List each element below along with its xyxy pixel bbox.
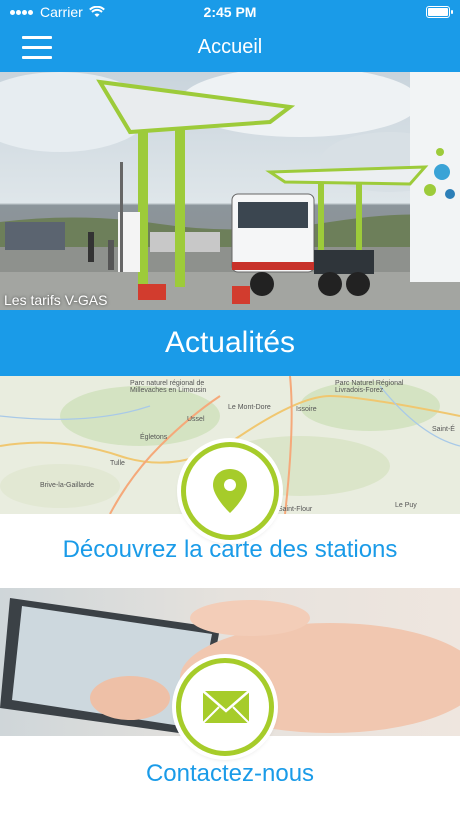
map-place-label: Brive-la-Gaillarde — [40, 482, 95, 489]
location-badge — [181, 442, 279, 540]
news-section-header[interactable]: Actualités — [0, 310, 460, 376]
map-place-label: Tulle — [110, 460, 125, 467]
contact-badge — [176, 658, 274, 756]
map-pin-icon — [213, 469, 247, 513]
envelope-icon — [202, 690, 250, 724]
hero-caption: Les tarifs V-GAS — [4, 292, 108, 308]
map-place-label: Parc Naturel Régional Livradois-Forez — [335, 380, 404, 394]
map-place-label: Le Mont-Dore — [228, 404, 271, 411]
map-place-label: Le Puy — [395, 502, 417, 509]
page-title: Accueil — [197, 36, 263, 58]
map-place-label: Ussel — [187, 416, 205, 423]
map-place-label: Issoire — [296, 406, 317, 413]
status-time: 2:45 PM — [203, 4, 257, 20]
stations-map-label: Découvrez la carte des stations — [62, 536, 398, 563]
contact-label: Contactez-nous — [145, 760, 315, 787]
map-place-label: Parc naturel régional de Millevaches en … — [130, 380, 207, 394]
contact-card[interactable]: Contactez-nous — [0, 588, 460, 818]
hero-banner[interactable]: Les tarifs V-GAS — [0, 72, 460, 310]
map-place-label: Saint-É — [432, 426, 455, 433]
map-place-label: Saint-Flour — [278, 506, 313, 513]
battery-icon — [426, 6, 453, 18]
map-place-label: Égletons — [140, 434, 168, 441]
hero-photo — [0, 72, 460, 310]
status-bar: Carrier 2:45 PM — [0, 0, 460, 24]
stations-map-card[interactable]: Parc naturel régional de Millevaches en … — [0, 376, 460, 586]
nav-bar: Accueil — [0, 24, 460, 72]
